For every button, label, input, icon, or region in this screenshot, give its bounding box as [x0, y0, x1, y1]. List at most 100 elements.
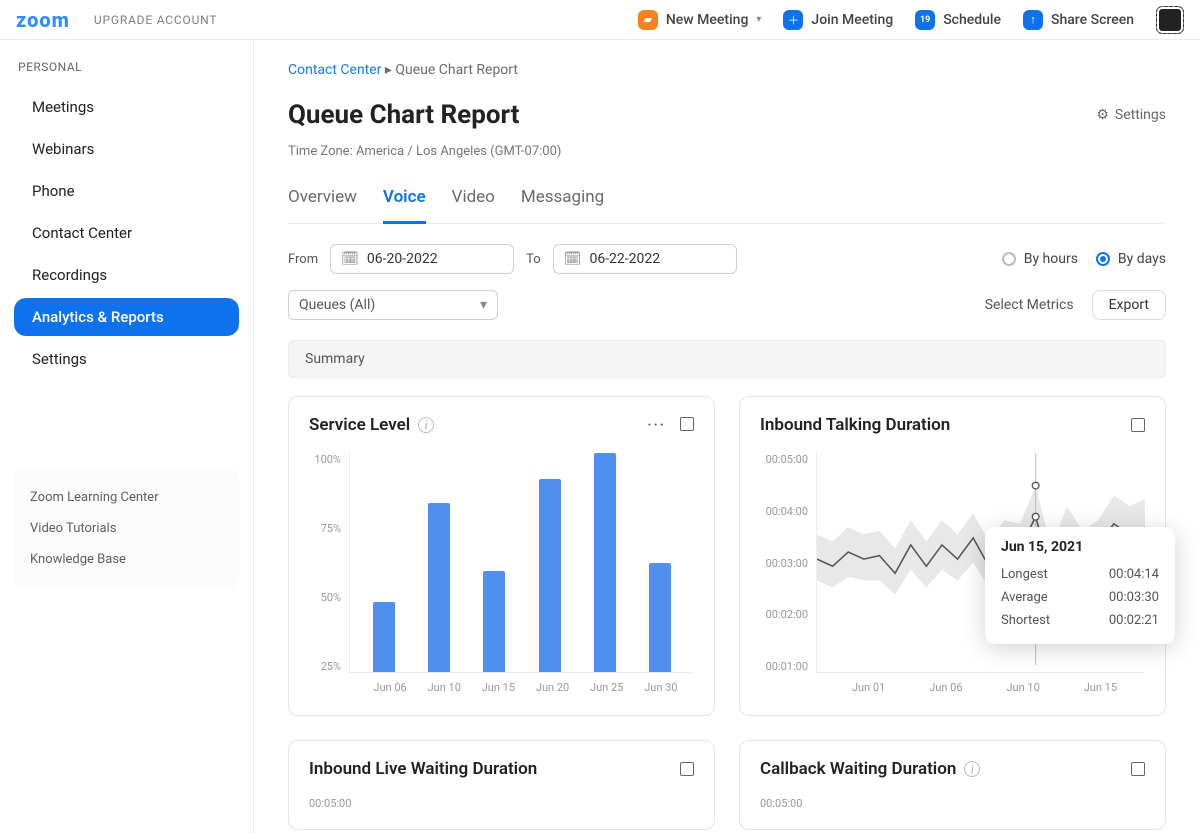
bar[interactable]: [594, 453, 616, 672]
schedule-label: Schedule: [943, 12, 1001, 28]
y-tick: 75%: [309, 522, 341, 535]
chevron-down-icon: ▾: [480, 297, 487, 313]
inbound-talking-card: Inbound Talking Duration 00:05:00 00:04:0…: [739, 396, 1166, 716]
tab[interactable]: Video: [452, 187, 495, 223]
x-tick: Jun 15: [1084, 681, 1117, 694]
y-tick: 00:05:00: [760, 453, 808, 466]
x-tick: Jun 06: [373, 681, 406, 694]
calendar-icon: 🗓: [564, 251, 582, 267]
upgrade-account-link[interactable]: UPGRADE ACCOUNT: [94, 13, 217, 27]
radio-icon: [1096, 252, 1110, 266]
join-meeting-button[interactable]: ＋ Join Meeting: [783, 10, 893, 30]
sidebar-item[interactable]: Contact Center: [14, 214, 239, 252]
join-meeting-label: Join Meeting: [811, 12, 893, 28]
x-tick: Jun 30: [644, 681, 677, 694]
from-date-input[interactable]: 🗓 06-20-2022: [330, 244, 514, 274]
breadcrumb-root[interactable]: Contact Center: [288, 62, 381, 78]
tooltip-longest-label: Longest: [1001, 567, 1048, 582]
inbound-waiting-card: Inbound Live Waiting Duration 00:05:00: [288, 740, 715, 830]
card-title: Inbound Live Waiting Duration: [309, 759, 537, 779]
y-tick: 00:05:00: [760, 797, 1145, 810]
x-tick: Jun 06: [929, 681, 962, 694]
queues-dropdown[interactable]: Queues (All) ▾: [288, 290, 498, 320]
tooltip-average-label: Average: [1001, 590, 1048, 605]
expand-icon[interactable]: [1131, 418, 1145, 432]
summary-section: Summary: [288, 340, 1166, 378]
tooltip-shortest-label: Shortest: [1001, 613, 1050, 628]
more-icon[interactable]: ···: [647, 417, 666, 433]
chevron-down-icon: ▾: [756, 14, 761, 25]
plus-icon: ＋: [783, 10, 803, 30]
timezone-label: Time Zone: America / Los Angeles (GMT-07…: [288, 144, 1166, 159]
y-tick: 100%: [309, 453, 341, 466]
select-metrics-button[interactable]: Select Metrics: [985, 297, 1074, 313]
by-days-label: By days: [1118, 251, 1166, 267]
x-tick: Jun 25: [590, 681, 623, 694]
avatar[interactable]: [1156, 6, 1184, 34]
x-tick: Jun 20: [536, 681, 569, 694]
service-level-card: Service Level i ··· 100%75%50%25% Jun 06…: [288, 396, 715, 716]
export-button[interactable]: Export: [1092, 290, 1166, 320]
from-label: From: [288, 252, 318, 267]
schedule-button[interactable]: 19 Schedule: [915, 10, 1001, 30]
y-tick: 00:04:00: [760, 505, 808, 518]
y-tick: 00:01:00: [760, 660, 808, 673]
bar[interactable]: [428, 503, 450, 672]
expand-icon[interactable]: [680, 762, 694, 776]
bar[interactable]: [373, 602, 395, 672]
sidebar-link[interactable]: Video Tutorials: [30, 513, 223, 544]
sidebar-item[interactable]: Recordings: [14, 256, 239, 294]
tab[interactable]: Overview: [288, 187, 357, 223]
tooltip-shortest-value: 00:02:21: [1109, 613, 1159, 628]
expand-icon[interactable]: [1131, 762, 1145, 776]
y-tick: 00:03:00: [760, 557, 808, 570]
breadcrumb: Contact Center ▸ Queue Chart Report: [288, 62, 1166, 78]
by-hours-radio[interactable]: By hours: [1002, 251, 1078, 267]
info-icon[interactable]: i: [964, 761, 980, 777]
x-tick: Jun 10: [428, 681, 461, 694]
upload-icon: ↑: [1023, 10, 1043, 30]
radio-icon: [1002, 252, 1016, 266]
settings-button[interactable]: ⚙ Settings: [1096, 107, 1166, 123]
tab[interactable]: Voice: [383, 187, 426, 224]
bar[interactable]: [539, 479, 561, 672]
callback-waiting-card: Callback Waiting Duration i 00:05:00: [739, 740, 1166, 830]
video-icon: ▰: [638, 10, 658, 30]
by-hours-label: By hours: [1024, 251, 1078, 267]
by-days-radio[interactable]: By days: [1096, 251, 1166, 267]
info-icon[interactable]: i: [418, 417, 434, 433]
breadcrumb-current: Queue Chart Report: [395, 62, 518, 78]
tooltip-longest-value: 00:04:14: [1109, 567, 1159, 582]
card-title: Inbound Talking Duration: [760, 415, 950, 435]
gear-icon: ⚙: [1096, 107, 1109, 123]
sidebar-item[interactable]: Meetings: [14, 88, 239, 126]
hover-point: [1032, 482, 1039, 489]
share-screen-button[interactable]: ↑ Share Screen: [1023, 10, 1134, 30]
sidebar-link[interactable]: Zoom Learning Center: [30, 482, 223, 513]
x-tick: Jun 10: [1006, 681, 1039, 694]
expand-icon[interactable]: [680, 417, 694, 431]
bar[interactable]: [649, 563, 671, 673]
x-tick: Jun 15: [482, 681, 515, 694]
calendar-icon: 19: [915, 10, 935, 30]
breadcrumb-sep: ▸: [385, 62, 392, 78]
y-tick: 00:02:00: [760, 608, 808, 621]
card-title: Service Level: [309, 415, 410, 435]
page-title: Queue Chart Report: [288, 100, 519, 130]
sidebar-item[interactable]: Webinars: [14, 130, 239, 168]
y-tick: 25%: [309, 660, 341, 673]
sidebar-heading: PERSONAL: [14, 60, 239, 74]
bar[interactable]: [483, 571, 505, 672]
tab[interactable]: Messaging: [521, 187, 604, 223]
to-date-input[interactable]: 🗓 06-22-2022: [553, 244, 737, 274]
tooltip-average-value: 00:03:30: [1109, 590, 1159, 605]
queues-value: Queues (All): [299, 297, 375, 313]
from-date-value: 06-20-2022: [367, 251, 438, 267]
share-screen-label: Share Screen: [1051, 12, 1134, 28]
new-meeting-button[interactable]: ▰ New Meeting ▾: [638, 10, 762, 30]
sidebar-item[interactable]: Analytics & Reports: [14, 298, 239, 336]
settings-label: Settings: [1115, 107, 1166, 123]
sidebar-link[interactable]: Knowledge Base: [30, 544, 223, 575]
sidebar-item[interactable]: Settings: [14, 340, 239, 378]
sidebar-item[interactable]: Phone: [14, 172, 239, 210]
